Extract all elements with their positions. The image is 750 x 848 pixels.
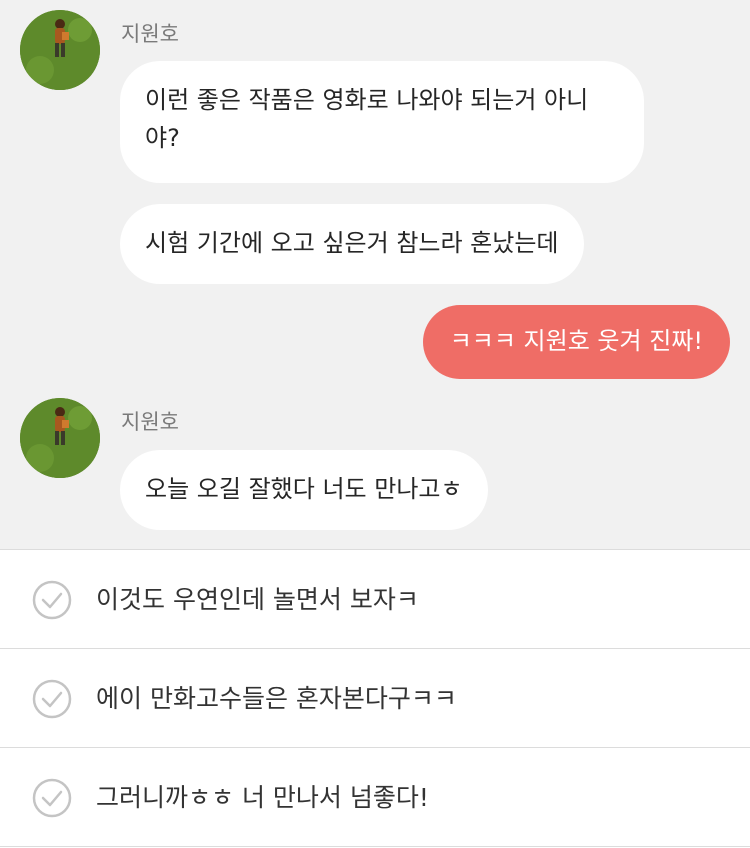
chat-area: 지원호 이런 좋은 작품은 영화로 나와야 되는거 아니야? 시험 기간에 오고… xyxy=(0,0,750,549)
message-text: 시험 기간에 오고 싶은거 참느라 혼났는데 xyxy=(145,229,559,257)
reply-option-text: 그러니까ㅎㅎ 너 만나서 넘좋다! xyxy=(96,783,429,812)
sender-name: 지원호 xyxy=(121,410,179,434)
avatar-photo xyxy=(20,10,100,90)
sender-name: 지원호 xyxy=(121,22,179,46)
message-bubble: 이런 좋은 작품은 영화로 나와야 되는거 아니야? xyxy=(120,61,644,183)
check-circle-icon xyxy=(32,580,72,620)
avatar-photo xyxy=(20,398,100,478)
reply-option-text: 에이 만화고수들은 혼자본다구ㅋㅋ xyxy=(96,684,457,713)
message-bubble: 오늘 오길 잘했다 너도 만나고ㅎ xyxy=(120,450,488,530)
message-bubble: 시험 기간에 오고 싶은거 참느라 혼났는데 xyxy=(120,204,584,284)
message-text: ㅋㅋㅋ 지원호 웃겨 진짜! xyxy=(449,327,703,355)
avatar[interactable] xyxy=(20,398,100,478)
check-circle-icon xyxy=(32,679,72,719)
message-text: 이런 좋은 작품은 영화로 나와야 되는거 아니야? xyxy=(145,86,589,152)
reply-option-text: 이것도 우연인데 놀면서 보자ㅋ xyxy=(96,585,419,614)
message-text: 오늘 오길 잘했다 너도 만나고ㅎ xyxy=(145,475,463,503)
reply-options-list: 이것도 우연인데 놀면서 보자ㅋ 에이 만화고수들은 혼자본다구ㅋㅋ 그러니까ㅎ… xyxy=(0,549,750,848)
my-message-bubble: ㅋㅋㅋ 지원호 웃겨 진짜! xyxy=(422,305,730,379)
reply-option[interactable]: 그러니까ㅎㅎ 너 만나서 넘좋다! xyxy=(0,748,750,847)
check-circle-icon xyxy=(32,778,72,818)
reply-option[interactable]: 에이 만화고수들은 혼자본다구ㅋㅋ xyxy=(0,649,750,748)
avatar[interactable] xyxy=(20,10,100,90)
reply-option[interactable]: 이것도 우연인데 놀면서 보자ㅋ xyxy=(0,550,750,649)
